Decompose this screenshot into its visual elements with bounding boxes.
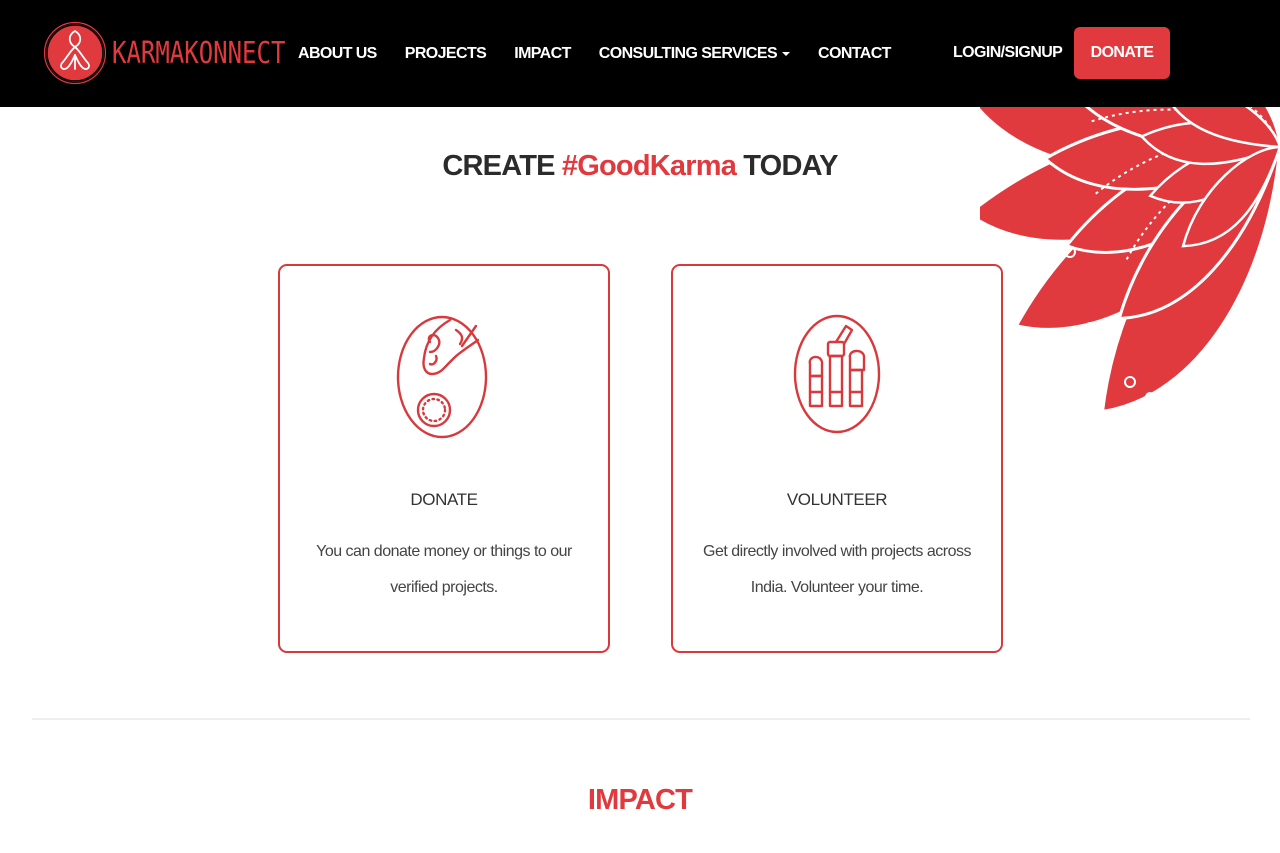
brand-logo[interactable]: KARMAKONNECT: [44, 6, 285, 100]
section-divider: [32, 718, 1250, 720]
nav-impact[interactable]: IMPACT: [514, 45, 571, 63]
donate-button[interactable]: DONATE: [1074, 27, 1170, 79]
nav-projects[interactable]: PROJECTS: [405, 45, 487, 63]
donate-card-description: You can donate money or things to our ve…: [316, 543, 572, 596]
nav-consulting-services[interactable]: CONSULTING SERVICES: [598, 44, 791, 63]
top-navbar: KARMAKONNECT ABOUT US PROJECTS IMPACT CO…: [0, 0, 1280, 107]
impact-section-title: IMPACT: [587, 784, 693, 816]
main-nav: ABOUT US PROJECTS IMPACT CONSULTING SERV…: [298, 0, 919, 107]
volunteer-card-title: VOLUNTEER: [786, 490, 888, 509]
raised-fists-icon: [793, 314, 881, 434]
nav-consulting-services-label: CONSULTING SERVICES: [598, 44, 778, 62]
nav-about-us[interactable]: ABOUT US: [298, 45, 377, 63]
nav-contact[interactable]: CONTACT: [818, 45, 891, 63]
volunteer-card-description: Get directly involved with projects acro…: [703, 543, 972, 596]
hand-coin-icon: [396, 315, 488, 439]
headline-prefix: CREATE: [442, 150, 555, 182]
page-headline: CREATE #GoodKarma TODAY: [0, 150, 1280, 183]
caret-down-icon: [782, 52, 791, 56]
login-signup-link[interactable]: LOGIN/SIGNUP: [953, 44, 1063, 62]
donate-card[interactable]: DONATE You can donate money or things to…: [278, 264, 610, 653]
headline-suffix: TODAY: [743, 150, 838, 182]
volunteer-card[interactable]: VOLUNTEER Get directly involved with pro…: [671, 264, 1003, 653]
donate-card-title: DONATE: [410, 490, 478, 509]
brand-name: KARMAKONNECT: [112, 35, 286, 71]
karma-knot-logo-icon: [44, 21, 106, 85]
headline-hashtag: #GoodKarma: [561, 150, 737, 182]
